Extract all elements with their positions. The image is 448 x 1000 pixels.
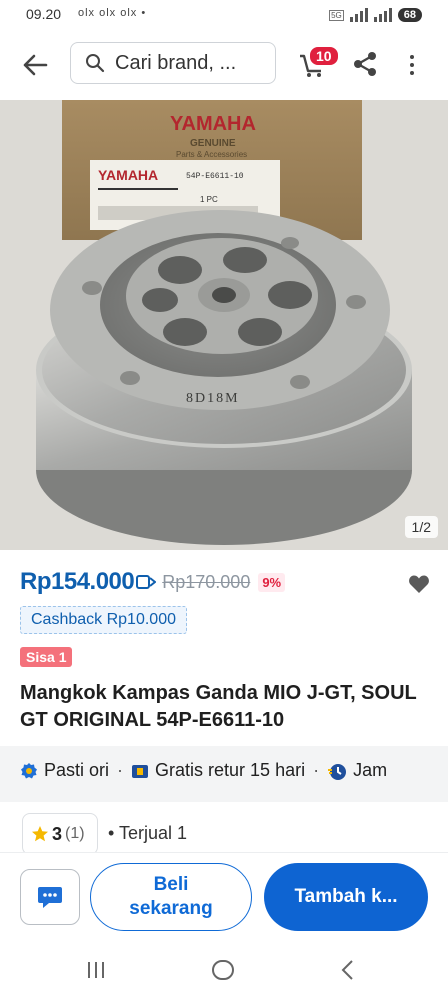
home-icon	[212, 960, 234, 980]
cart-count-badge: 10	[308, 45, 340, 67]
wishlist-button[interactable]	[408, 574, 430, 599]
box-parts-text: Parts & Accessories	[176, 150, 247, 159]
add-to-cart-button[interactable]: Tambah k...	[264, 863, 428, 931]
search-input[interactable]: Cari brand, ...	[70, 42, 276, 84]
star-icon	[32, 826, 48, 842]
current-price: Rp154.000	[20, 568, 135, 595]
recent-apps-icon	[88, 962, 104, 978]
back-arrow-icon	[23, 54, 48, 76]
share-button[interactable]	[352, 50, 382, 80]
feature-label: Gratis retur 15 hari	[155, 760, 306, 780]
search-icon	[86, 54, 105, 73]
heart-icon	[409, 575, 429, 593]
chevron-left-icon	[341, 960, 353, 980]
more-vertical-icon	[410, 55, 414, 59]
drum-stamp-text: 8D18M	[186, 391, 240, 406]
buy-now-label-line1: Beli	[153, 874, 189, 895]
more-options-button[interactable]	[402, 50, 422, 80]
recent-apps-button[interactable]	[84, 958, 108, 987]
separator: ·	[313, 760, 320, 780]
label-brand-text: YAMAHA	[98, 167, 158, 183]
feature-authentic[interactable]: Pasti ori	[20, 760, 109, 781]
status-time: 09.20	[26, 6, 62, 22]
home-button[interactable]	[210, 958, 236, 987]
price-tag-icon	[136, 575, 157, 589]
product-image-gallery[interactable]: YAMAHA GENUINE Parts & Accessories YAMAH…	[0, 100, 448, 550]
top-navigation-bar: Cari brand, ... 10	[0, 36, 448, 94]
separator: ·	[117, 760, 124, 780]
image-counter: 1/2	[404, 516, 438, 538]
clock-icon	[328, 763, 347, 780]
system-navigation-bar	[0, 944, 448, 1000]
bottom-action-bar: Beli sekarang Tambah k...	[0, 852, 448, 943]
label-part-number: 54P-E6611-10	[186, 172, 244, 181]
status-notifications: olx olx olx •	[78, 7, 147, 19]
feature-list: Pasti ori · Gratis retur 15 hari · Jam	[20, 760, 387, 781]
feature-label: Jam	[353, 760, 388, 780]
chat-icon	[38, 887, 62, 908]
status-indicators: 5G 68	[329, 5, 422, 25]
buy-now-button[interactable]: Beli sekarang	[90, 863, 252, 931]
feature-label: Pasti ori	[44, 760, 110, 780]
search-placeholder: Cari brand, ...	[115, 51, 237, 74]
sold-count: • Terjual 1	[108, 823, 188, 843]
chat-button[interactable]	[20, 869, 80, 925]
original-price: Rp170.000	[162, 571, 251, 592]
authentic-badge-icon	[21, 762, 37, 778]
box-brand-text: YAMAHA	[170, 113, 256, 135]
product-title: Mangkok Kampas Ganda MIO J-GT, SOUL GT O…	[20, 682, 417, 731]
box-genuine-text: GENUINE	[190, 138, 236, 149]
feature-hours[interactable]: Jam	[327, 760, 387, 781]
rating-count: (1)	[65, 825, 85, 842]
back-button[interactable]	[18, 48, 52, 82]
product-photo: YAMAHA GENUINE Parts & Accessories YAMAH…	[0, 100, 448, 550]
network-type: 5G	[329, 9, 344, 21]
battery-level: 68	[397, 8, 422, 22]
discount-badge: 9%	[258, 572, 286, 592]
return-box-icon	[132, 764, 149, 778]
stock-remaining-badge: Sisa 1	[20, 647, 73, 667]
signal-icon	[349, 8, 368, 22]
feature-free-return[interactable]: Gratis retur 15 hari	[131, 760, 305, 781]
cashback-badge: Cashback Rp10.000	[20, 606, 187, 634]
label-quantity: 1 PC	[200, 195, 218, 204]
status-bar: 09.20 olx olx olx • 5G 68	[0, 0, 448, 30]
share-icon	[354, 52, 376, 76]
signal-icon-2	[373, 8, 392, 22]
buy-now-label-line2: sekarang	[129, 898, 213, 919]
rating-value: 3	[52, 823, 63, 844]
system-back-button[interactable]	[338, 958, 358, 987]
price-row: Rp154.000 Rp170.000 9%	[20, 566, 430, 598]
rating-summary[interactable]: 3 (1)	[22, 813, 98, 855]
